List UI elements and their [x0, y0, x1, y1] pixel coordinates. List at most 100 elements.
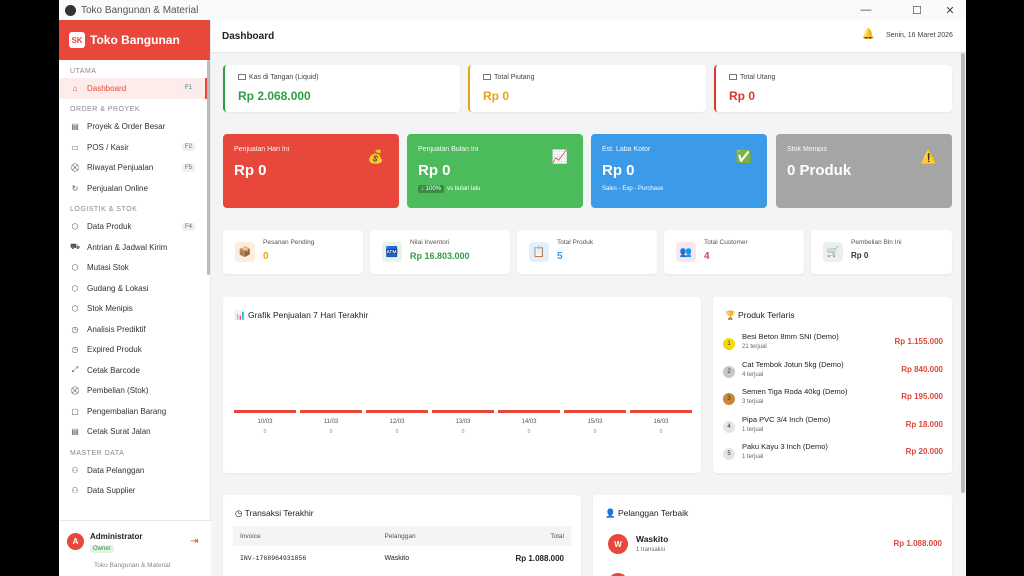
product-revenue: Rp 195.000: [901, 392, 943, 401]
sidebar-item-label: Penjualan Online: [87, 183, 148, 193]
chart-bar[interactable]: [630, 410, 692, 413]
store-name: Toko Bangunan & Material: [94, 562, 171, 569]
clipboard-icon: 📋: [529, 242, 549, 262]
sidebar-item-label: Antrian & Jadwal Kirim: [87, 242, 168, 252]
sidebar-scrollbar[interactable]: [207, 60, 210, 275]
sidebar-item-data-supplier[interactable]: ⚇ Data Supplier: [59, 481, 210, 502]
minimize-button[interactable]: —: [851, 0, 881, 20]
list-item[interactable]: 4 Pipa PVC 3/4 Inch (Demo) 1 terjual Rp 18.…: [723, 415, 943, 441]
sidebar-item-dashboard[interactable]: ⌂ Dashboard F1: [59, 78, 210, 99]
card-subtext: vs bulan lalu: [447, 186, 481, 192]
data-label: 0: [263, 429, 267, 435]
x-tick-label: 13/03: [455, 419, 471, 425]
sidebar-item-penjualan-online[interactable]: ↻ Penjualan Online: [59, 178, 210, 199]
chart-up-icon: 📈: [551, 149, 569, 164]
total-cell: Rp 1.088.000: [515, 554, 564, 563]
data-label: 0: [593, 429, 597, 435]
table-row[interactable]: INV-1768964931856 Waskito Rp 1.088.000: [233, 546, 571, 571]
close-button[interactable]: ✕: [935, 0, 965, 20]
stat-value: 4: [704, 251, 710, 262]
title-bar: Toko Bangunan & Material — ☐ ✕: [59, 0, 966, 20]
product-sold: 3 terjual: [742, 399, 764, 405]
recent-transactions-panel: ◷ Transaksi Terakhir Invoice Pelanggan T…: [223, 495, 581, 576]
user-name: Administrator: [90, 532, 143, 541]
product-name: Cat Tembok Jotun 5kg (Demo): [742, 359, 844, 369]
kpi-receivable-card: Total Piutang Rp 0: [468, 65, 706, 112]
logout-icon[interactable]: ⇥: [190, 536, 198, 547]
sidebar-item-pos-kasir[interactable]: ▭ POS / Kasir F2: [59, 137, 210, 158]
clipboard-icon: ▢: [71, 406, 79, 416]
maximize-button[interactable]: ☐: [902, 0, 932, 20]
list-item[interactable]: 2 Cat Tembok Jotun 5kg (Demo) 4 terjual Rp …: [723, 360, 943, 386]
product-revenue: Rp 1.155.000: [894, 337, 943, 346]
sidebar-item-label: Proyek & Order Besar: [87, 122, 166, 132]
chart-bar[interactable]: [366, 410, 428, 413]
sidebar-item-data-pelanggan[interactable]: ⚇ Data Pelanggan: [59, 460, 210, 481]
chart-bar[interactable]: [564, 410, 626, 413]
low-stock-card[interactable]: Stok Menipis 0 Produk ⚠️: [776, 134, 952, 208]
customer-cell: Waskito: [384, 555, 410, 562]
stat-value: Rp 0: [851, 251, 869, 260]
trophy-icon: 🏆: [725, 310, 736, 320]
list-item[interactable]: 1 Besi Beton 8mm SNI (Demo) 21 terjual Rp 1…: [723, 332, 943, 358]
sidebar-item-mutasi-stok[interactable]: ⬡ Mutasi Stok: [59, 258, 210, 279]
stat-value: Rp 16.803.000: [410, 251, 470, 261]
brand-logo: SK: [69, 32, 85, 48]
sidebar-item-analisis-prediktif[interactable]: ◷ Analisis Prediktif: [59, 319, 210, 340]
customer-tx-count: 1 transaksi: [636, 547, 666, 553]
list-item[interactable]: 5 Paku Kayu 3 Inch (Demo) 1 terjual Rp 20.0…: [723, 442, 943, 468]
sidebar-item-label: Analisis Prediktif: [87, 324, 146, 334]
trend-badge: ↓ 100%: [418, 185, 445, 193]
rank-badge: 4: [723, 420, 735, 433]
sidebar-section-title: ORDER & PROYEK: [70, 106, 141, 113]
product-sold: 1 terjual: [742, 426, 764, 433]
brand-header[interactable]: SK Toko Bangunan: [59, 20, 210, 60]
gross-profit-card[interactable]: Est. Laba Kotor Rp 0 Sales - Exp - Purch…: [591, 134, 767, 208]
home-icon: ⌂: [72, 83, 78, 93]
product-revenue: Rp 840.000: [901, 364, 943, 374]
customer-item[interactable]: W Waskito 1 transaksi Rp 1.088.000: [603, 531, 942, 561]
main-scrollbar[interactable]: [961, 53, 965, 493]
sidebar-item-proyek-order-besar[interactable]: ▤ Proyek & Order Besar: [59, 117, 210, 138]
chart-bar[interactable]: [234, 410, 296, 413]
kpi-label: Total Piutang: [494, 74, 535, 81]
chart-bar[interactable]: [498, 410, 560, 413]
panel-title: Produk Terlaris: [737, 310, 795, 320]
stat-label: Pesanan Pending: [263, 239, 315, 246]
sidebar-item-stok-menipis[interactable]: ⬡ Stok Menipis: [59, 299, 210, 320]
sidebar-item-riwayat-penjualan[interactable]: ⛒ Riwayat Penjualan F5: [59, 158, 210, 179]
sidebar-section-title: MASTER DATA: [70, 449, 125, 457]
stat-label: Total Produk: [557, 239, 594, 246]
sidebar-item-pembelian-stok[interactable]: ⛒ Pembelian (Stok): [59, 381, 210, 402]
user-role-badge: Owner: [90, 545, 114, 553]
sales-chart-panel: 📊 Grafik Penjualan 7 Hari Terakhir 10/03…: [223, 297, 701, 473]
sidebar-item-expired-produk[interactable]: ◷ Expired Produk: [59, 340, 210, 361]
customer-name: Waskito: [636, 534, 669, 544]
cart-icon: ⛒: [70, 162, 80, 172]
sidebar-item-gudang-lokasi[interactable]: ⬡ Gudang & Lokasi: [59, 278, 210, 299]
list-item[interactable]: 3 Semen Tiga Roda 40kg (Demo) 3 terjual Rp …: [723, 387, 943, 413]
current-date: Senin, 16 Maret 2026: [886, 32, 953, 39]
sidebar-item-cetak-barcode[interactable]: ⤢ Cetak Barcode: [59, 360, 210, 381]
bell-icon[interactable]: 🔔: [862, 29, 874, 40]
sidebar-item-antrian-jadwal-kirim[interactable]: ⛟ Antrian & Jadwal Kirim: [59, 237, 210, 258]
card-subtext: Sales - Exp - Purchase: [602, 186, 664, 192]
x-tick-label: 16/03: [653, 419, 669, 425]
sales-month-card[interactable]: Penjualan Bulan Ini Rp 0 ↓ 100% vs bulan …: [407, 134, 583, 208]
stat-pending-orders: 📦 Pesanan Pending 0: [223, 230, 363, 274]
sidebar-item-data-produk[interactable]: ⬡ Data Produk F4: [59, 217, 210, 238]
sales-today-card[interactable]: Penjualan Hari Ini Rp 0 💰: [223, 134, 399, 208]
product-sold: 4 terjual: [742, 371, 764, 378]
truck-icon: ⛟: [70, 242, 81, 252]
chart-bar[interactable]: [300, 410, 362, 413]
sidebar-item-pengembalian-barang[interactable]: ▢ Pengembalian Barang: [59, 401, 210, 422]
sidebar-item-label: Pembelian (Stok): [87, 386, 149, 396]
chart-bar[interactable]: [432, 410, 494, 413]
kpi-cash-card: Kas di Tangan (Liquid) Rp 2.068.000: [223, 65, 460, 112]
sidebar-item-cetak-surat-jalan[interactable]: ▤ Cetak Surat Jalan: [59, 422, 210, 443]
money-bag-icon: 💰: [367, 149, 385, 164]
sidebar-section-title: LOGISTIK & STOK: [70, 206, 138, 213]
cart-icon: ⛒: [70, 385, 80, 395]
sidebar-item-label: Dashboard: [87, 83, 127, 93]
data-label: 0: [527, 429, 531, 435]
